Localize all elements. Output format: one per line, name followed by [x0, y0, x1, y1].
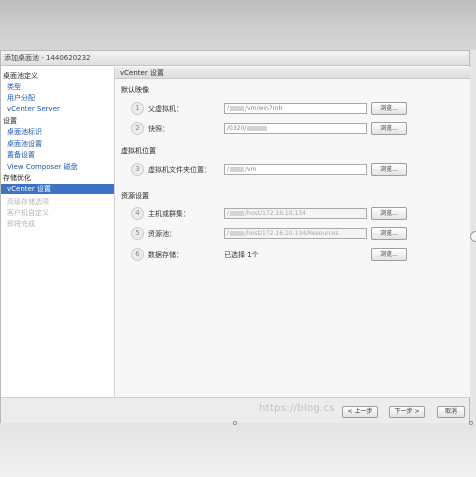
- vm-folder-field[interactable]: / /vm: [224, 164, 367, 175]
- sidebar-item-vcenter-settings[interactable]: vCenter 设置: [1, 184, 114, 194]
- field-value: /host/172.16.10.134: [245, 210, 306, 217]
- browse-button[interactable]: 浏览...: [371, 102, 407, 115]
- next-button[interactable]: 下一步 >: [389, 406, 425, 418]
- back-button[interactable]: < 上一步: [342, 406, 378, 418]
- window-resize-dot-icon: [469, 421, 473, 425]
- window-resize-dot-icon: [233, 421, 237, 425]
- sidebar-item-type[interactable]: 类型: [1, 82, 114, 92]
- row-host-cluster: 4 主机或群集： / /host/172.16.10.134 浏览...: [115, 207, 470, 221]
- sidebar-item-pool-identification[interactable]: 桌面池标识: [1, 127, 114, 137]
- watermark-text: https://blog.cs: [259, 403, 335, 414]
- vm-folder-label: 虚拟机文件夹位置：: [148, 166, 211, 174]
- sidebar-item-pool-settings[interactable]: 桌面池设置: [1, 139, 114, 149]
- sidebar-item-ready-to-complete: 即将完成: [7, 220, 35, 228]
- section-default-image: 默认映像: [121, 86, 149, 94]
- host-cluster-label: 主机或群集：: [148, 210, 190, 218]
- row-resource-pool: 5 资源池： / /host/172.16.10.134/Resources 浏览…: [115, 227, 470, 241]
- dialog-title: 添加桌面池 - 1440620232: [1, 51, 469, 66]
- sidebar-item-vcenter-server[interactable]: vCenter Server: [1, 104, 114, 114]
- sidebar-item-advanced-storage: 高级存储选项: [7, 198, 49, 206]
- sidebar-item-guest-customization: 客户机自定义: [7, 209, 49, 217]
- step-number: 1: [131, 102, 144, 115]
- sidebar-group-pool-definition: 桌面池定义: [3, 72, 38, 80]
- host-cluster-field[interactable]: / /host/172.16.10.134: [224, 208, 367, 219]
- parent-vm-label: 父虚拟机：: [148, 105, 183, 113]
- row-vm-folder: 3 虚拟机文件夹位置： / /vm 浏览...: [115, 163, 470, 177]
- datastores-label: 数据存储：: [148, 251, 183, 259]
- resource-pool-label: 资源池：: [148, 230, 176, 238]
- field-prefix: /: [227, 105, 230, 112]
- step-number: 6: [131, 248, 144, 261]
- browse-button[interactable]: 浏览...: [371, 207, 407, 220]
- redacted-mask: [230, 231, 245, 236]
- step-number: 3: [131, 163, 144, 176]
- side-scroll-handle[interactable]: [470, 231, 476, 242]
- datastores-value: 已选择 1个: [224, 251, 259, 259]
- parent-vm-field[interactable]: / /vm/win7mb: [224, 103, 367, 114]
- cancel-button[interactable]: 取消: [437, 406, 465, 418]
- resource-pool-field[interactable]: / /host/172.16.10.134/Resources: [224, 228, 367, 239]
- sidebar-item-user-assignment[interactable]: 用户分配: [1, 93, 114, 103]
- redacted-mask: [247, 126, 268, 131]
- add-desktop-pool-dialog: 添加桌面池 - 1440620232 桌面池定义 类型 用户分配 vCenter…: [0, 50, 470, 423]
- sidebar-item-view-composer-disks[interactable]: View Composer 磁盘: [1, 162, 114, 172]
- browse-button[interactable]: 浏览...: [371, 227, 407, 240]
- redacted-mask: [230, 211, 245, 216]
- desktop-background-bottom: [0, 423, 476, 477]
- content-header: vCenter 设置: [115, 67, 470, 79]
- snapshot-label: 快照：: [148, 125, 169, 133]
- browse-button[interactable]: 浏览...: [371, 248, 407, 261]
- field-prefix: /: [227, 166, 230, 173]
- snapshot-field[interactable]: /0320/: [224, 123, 367, 134]
- redacted-mask: [230, 167, 245, 172]
- row-parent-vm: 1 父虚拟机： / /vm/win7mb 浏览...: [115, 102, 470, 116]
- field-value: /vm/win7mb: [245, 105, 283, 112]
- step-number: 4: [131, 207, 144, 220]
- field-prefix: /: [227, 210, 230, 217]
- browse-button[interactable]: 浏览...: [371, 122, 407, 135]
- wizard-sidebar: 桌面池定义 类型 用户分配 vCenter Server 设置 桌面池标识 桌面…: [1, 67, 115, 397]
- wizard-content: vCenter 设置 默认映像 1 父虚拟机： / /vm/win7mb 浏览..…: [115, 67, 470, 397]
- wizard-footer: https://blog.cs < 上一步 下一步 > 取消: [1, 397, 469, 423]
- field-value: /vm: [245, 166, 257, 173]
- redacted-mask: [230, 106, 245, 111]
- sidebar-group-settings: 设置: [3, 117, 17, 125]
- field-prefix: /0320/: [227, 125, 247, 132]
- desktop-background-top: [0, 0, 476, 50]
- field-prefix: /: [227, 230, 230, 237]
- section-resource-settings: 资源设置: [121, 192, 149, 200]
- section-vm-location: 虚拟机位置: [121, 147, 156, 155]
- step-number: 2: [131, 122, 144, 135]
- sidebar-item-provisioning-settings[interactable]: 置备设置: [1, 150, 114, 160]
- field-value: /host/172.16.10.134/Resources: [245, 230, 339, 237]
- row-datastores: 6 数据存储： 已选择 1个 浏览...: [115, 248, 470, 262]
- step-number: 5: [131, 227, 144, 240]
- sidebar-item-storage-optimization[interactable]: 存储优化: [1, 173, 114, 183]
- row-snapshot: 2 快照： /0320/ 浏览...: [115, 122, 470, 136]
- browse-button[interactable]: 浏览...: [371, 163, 407, 176]
